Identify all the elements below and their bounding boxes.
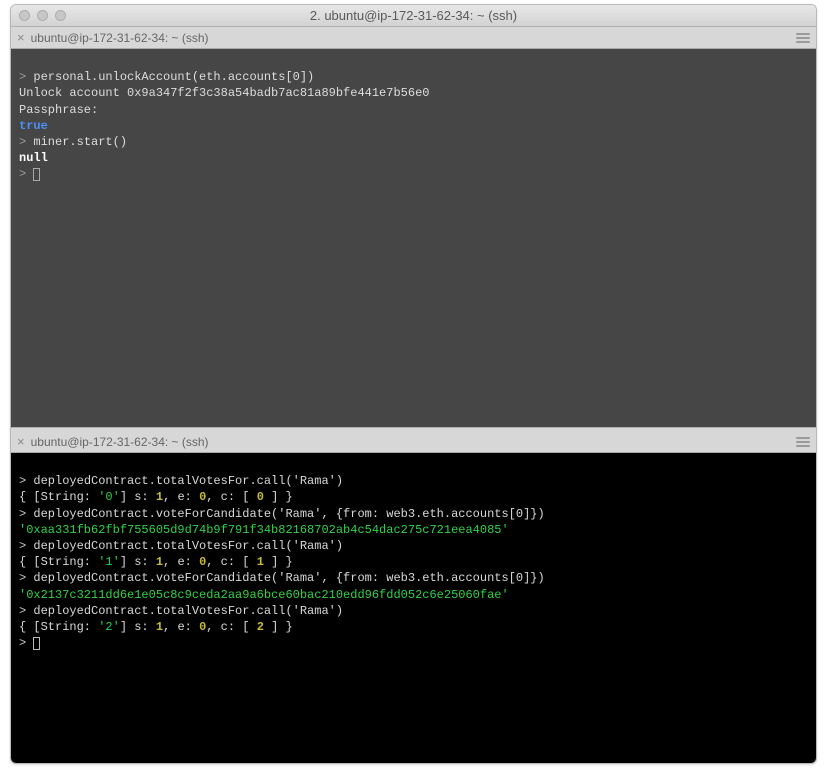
- out: , c: [: [206, 555, 256, 569]
- cursor-icon: [33, 168, 40, 181]
- out-num: 0: [257, 490, 264, 504]
- out-num: 1: [156, 555, 163, 569]
- prompt: >: [19, 70, 33, 84]
- menu-icon[interactable]: [796, 33, 810, 43]
- cmd-miner-start: miner.start(): [33, 135, 127, 149]
- out: ] }: [264, 555, 293, 569]
- prompt: >: [19, 167, 33, 181]
- output-null: null: [19, 151, 48, 165]
- close-tab-icon[interactable]: ×: [17, 30, 25, 45]
- tab-label-bottom[interactable]: ubuntu@ip-172-31-62-34: ~ (ssh): [31, 435, 209, 449]
- cmd-unlock: personal.unlockAccount(eth.accounts[0]): [33, 70, 314, 84]
- txhash: '0x2137c3211dd6e1e05c8c9ceda2aa9a6bce60b…: [19, 588, 509, 602]
- out: ] }: [264, 620, 293, 634]
- out: ] s:: [120, 555, 156, 569]
- txhash: '0xaa331fb62fbf755605d9d74b9f791f34b8216…: [19, 523, 509, 537]
- titlebar[interactable]: 2. ubuntu@ip-172-31-62-34: ~ (ssh): [11, 5, 816, 27]
- tabbar-top: × ubuntu@ip-172-31-62-34: ~ (ssh): [11, 27, 816, 49]
- out: ] s:: [120, 490, 156, 504]
- prompt: >: [19, 604, 33, 618]
- tab-label-top[interactable]: ubuntu@ip-172-31-62-34: ~ (ssh): [31, 31, 209, 45]
- prompt: >: [19, 571, 33, 585]
- prompt: >: [19, 636, 33, 650]
- output-true: true: [19, 119, 48, 133]
- out: , e:: [163, 555, 199, 569]
- out-str: '2': [98, 620, 120, 634]
- out-num: 1: [156, 490, 163, 504]
- traffic-lights: [19, 10, 66, 21]
- prompt: >: [19, 135, 33, 149]
- out: { [String:: [19, 555, 98, 569]
- out-str: '1': [98, 555, 120, 569]
- tabbar-bottom: × ubuntu@ip-172-31-62-34: ~ (ssh): [11, 431, 816, 453]
- minimize-icon[interactable]: [37, 10, 48, 21]
- cursor-icon: [33, 637, 40, 650]
- out: ] }: [264, 490, 293, 504]
- terminal-pane-top[interactable]: > personal.unlockAccount(eth.accounts[0]…: [11, 49, 816, 427]
- out: , c: [: [206, 490, 256, 504]
- out: { [String:: [19, 490, 98, 504]
- prompt: >: [19, 507, 33, 521]
- out: , c: [: [206, 620, 256, 634]
- zoom-icon[interactable]: [55, 10, 66, 21]
- close-icon[interactable]: [19, 10, 30, 21]
- out-num: 1: [156, 620, 163, 634]
- out: , e:: [163, 620, 199, 634]
- cmd-total-votes: deployedContract.totalVotesFor.call('Ram…: [33, 539, 343, 553]
- terminal-pane-bottom[interactable]: > deployedContract.totalVotesFor.call('R…: [11, 453, 816, 763]
- out: { [String:: [19, 620, 98, 634]
- out: ] s:: [120, 620, 156, 634]
- out-num: 1: [257, 555, 264, 569]
- menu-icon[interactable]: [796, 437, 810, 447]
- prompt: >: [19, 474, 33, 488]
- prompt: >: [19, 539, 33, 553]
- cmd-total-votes: deployedContract.totalVotesFor.call('Ram…: [33, 474, 343, 488]
- output-line: Passphrase:: [19, 103, 98, 117]
- output-line: Unlock account 0x9a347f2f3c38a54badb7ac8…: [19, 86, 429, 100]
- out-num: 2: [257, 620, 264, 634]
- cmd-vote: deployedContract.voteForCandidate('Rama'…: [33, 507, 544, 521]
- cmd-total-votes: deployedContract.totalVotesFor.call('Ram…: [33, 604, 343, 618]
- out-str: '0': [98, 490, 120, 504]
- out: , e:: [163, 490, 199, 504]
- close-tab-icon[interactable]: ×: [17, 434, 25, 449]
- cmd-vote: deployedContract.voteForCandidate('Rama'…: [33, 571, 544, 585]
- terminal-window: 2. ubuntu@ip-172-31-62-34: ~ (ssh) × ubu…: [10, 4, 817, 764]
- window-title: 2. ubuntu@ip-172-31-62-34: ~ (ssh): [11, 8, 816, 23]
